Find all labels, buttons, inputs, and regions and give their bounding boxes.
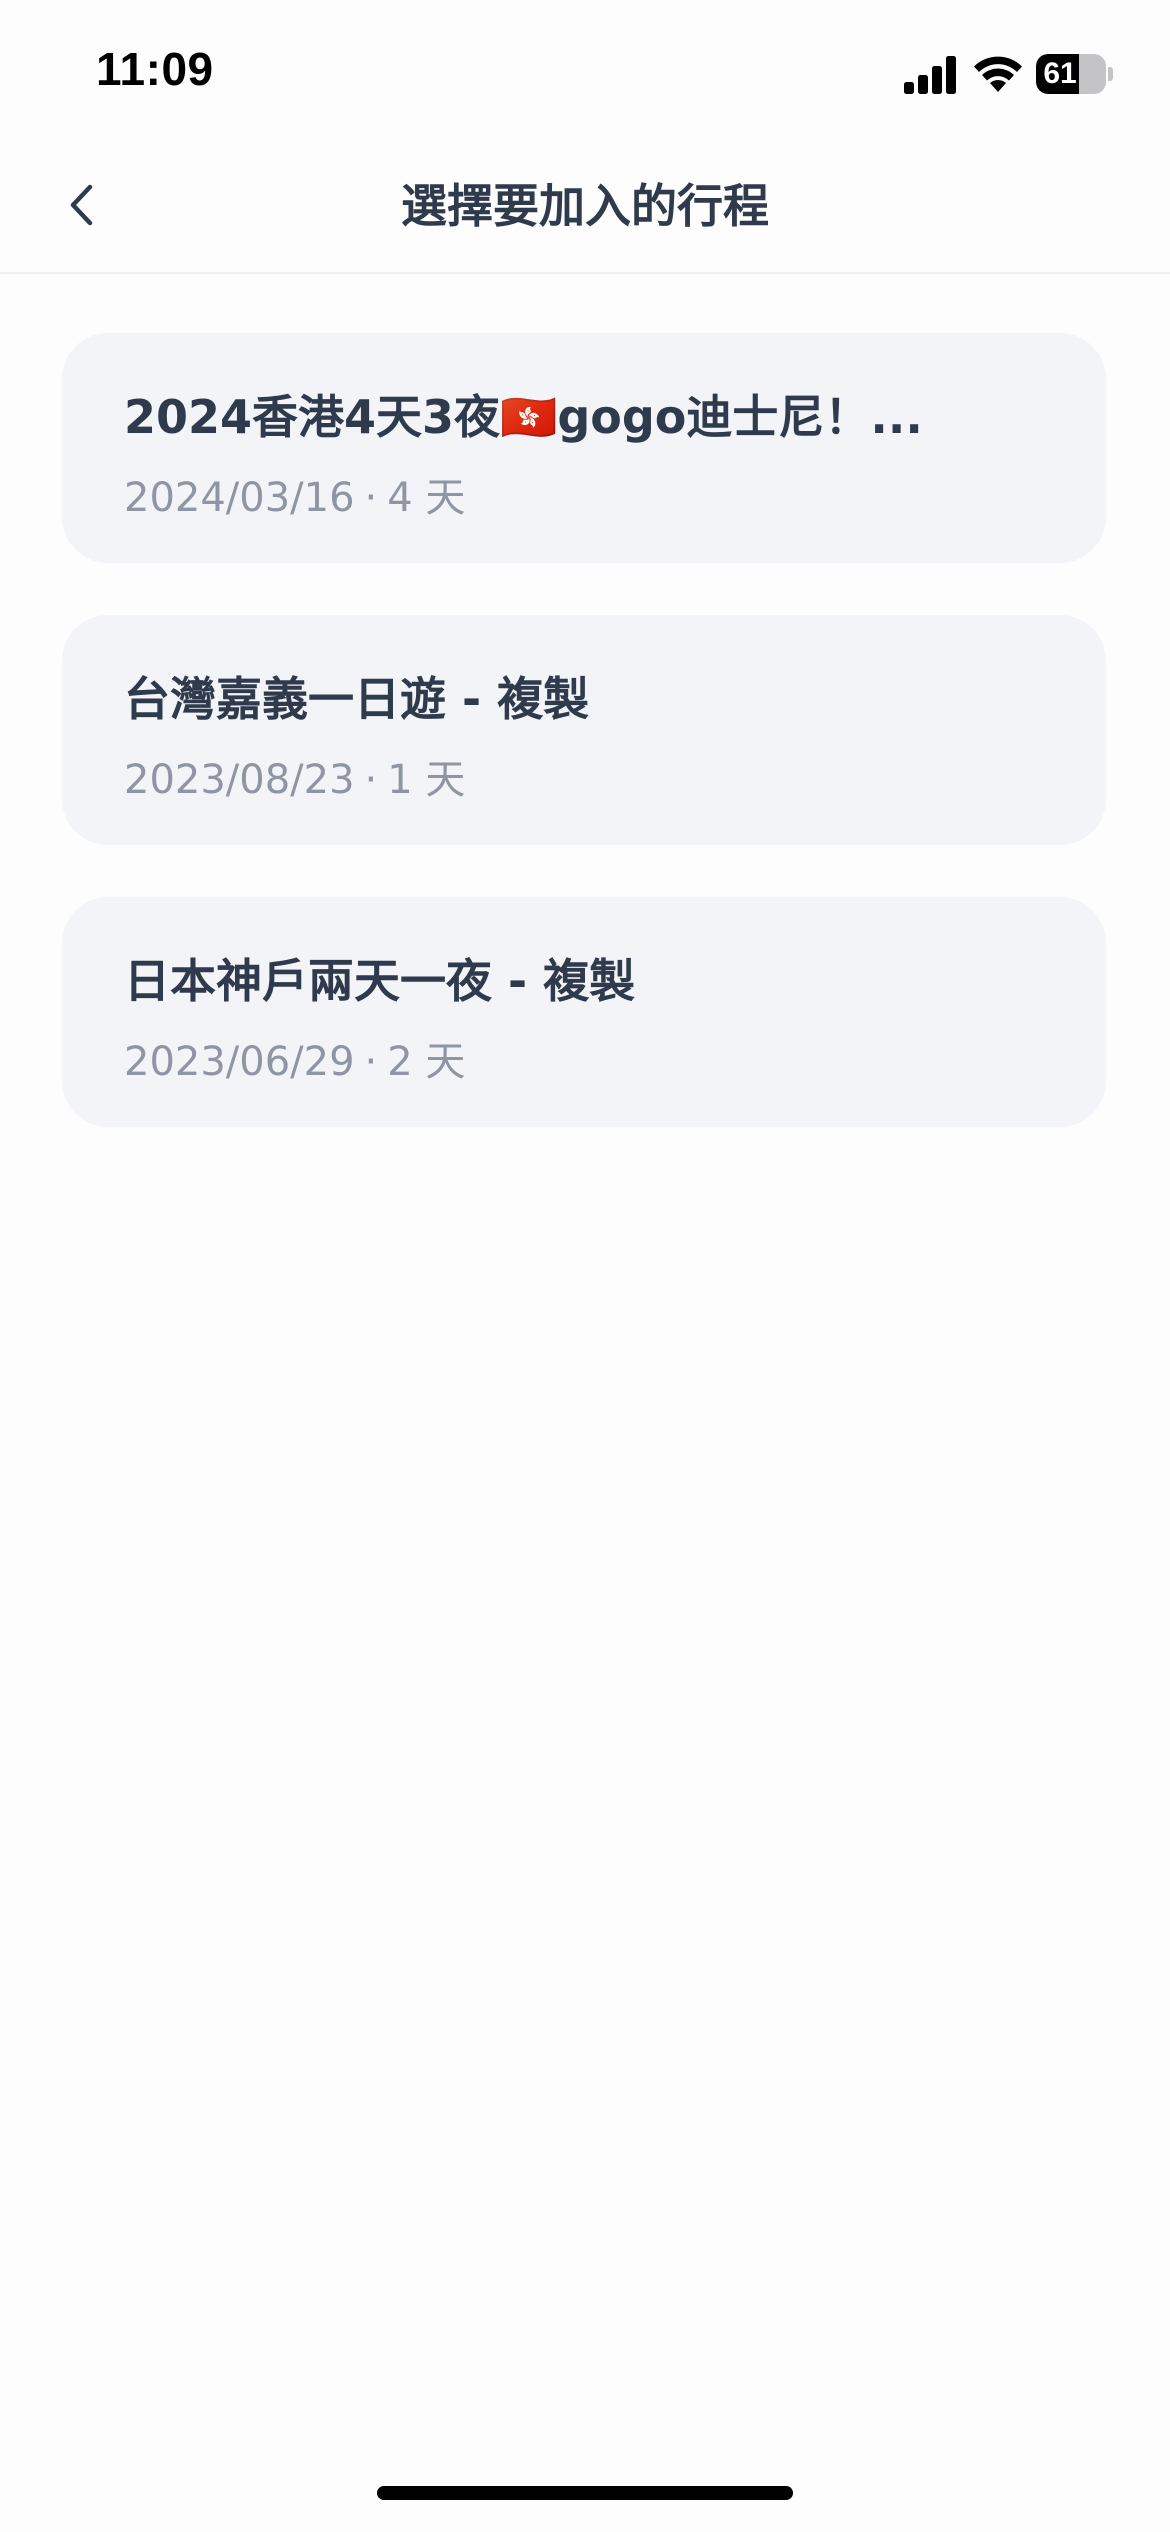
trip-meta: 2023/06/29 · 2 天 [124, 1029, 465, 1087]
chevron-left-icon [70, 184, 93, 226]
trip-title: 日本神戶兩天一夜 - 複製 [124, 954, 636, 1008]
status-time: 11:09 [96, 43, 214, 95]
back-button[interactable] [56, 170, 126, 240]
wifi-icon [974, 56, 1022, 92]
trip-duration: 1 天 [387, 757, 466, 803]
home-indicator[interactable] [377, 2486, 793, 2500]
trip-date: 2023/06/29 [124, 1039, 355, 1085]
page-title: 選擇要加入的行程 [401, 179, 769, 233]
battery-cap [1108, 67, 1113, 81]
trip-duration: 4 天 [387, 475, 466, 521]
trip-date: 2023/08/23 [124, 757, 355, 803]
status-bar: 11:09 61 [0, 0, 1170, 140]
trip-card[interactable]: 2024香港4天3夜🇭🇰gogo迪士尼！... 2024/03/16 · 4 天 [62, 333, 1106, 563]
trip-card[interactable]: 台灣嘉義一日遊 - 複製 2023/08/23 · 1 天 [62, 615, 1106, 845]
battery-body: 61 [1036, 54, 1106, 94]
trip-list: 2024香港4天3夜🇭🇰gogo迪士尼！... 2024/03/16 · 4 天 台… [62, 333, 1106, 1179]
battery-level: 61 [1043, 57, 1077, 90]
trip-date: 2024/03/16 [124, 475, 355, 521]
trip-duration: 2 天 [387, 1039, 466, 1085]
trip-title: 2024香港4天3夜🇭🇰gogo迪士尼！... [124, 390, 923, 444]
cellular-signal-icon [904, 56, 956, 94]
meta-separator: · [364, 475, 378, 521]
trip-title: 台灣嘉義一日遊 - 複製 [124, 672, 590, 726]
trip-meta: 2023/08/23 · 1 天 [124, 747, 465, 805]
meta-separator: · [364, 757, 378, 803]
trip-meta: 2024/03/16 · 4 天 [124, 465, 465, 523]
nav-header: 選擇要加入的行程 [0, 140, 1170, 274]
trip-card[interactable]: 日本神戶兩天一夜 - 複製 2023/06/29 · 2 天 [62, 897, 1106, 1127]
battery-icon: 61 [1036, 54, 1113, 94]
meta-separator: · [364, 1039, 378, 1085]
